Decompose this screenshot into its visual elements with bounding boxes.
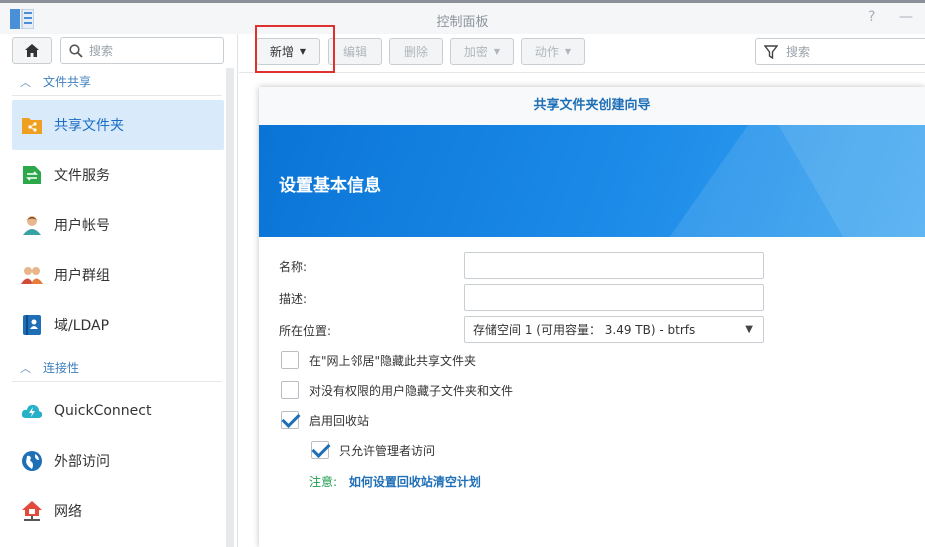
name-label: 名称:: [279, 260, 308, 274]
file-services-icon: [20, 163, 44, 187]
delete-button-label: 删除: [403, 45, 428, 59]
network-icon: [20, 499, 44, 523]
user-icon: [20, 213, 44, 237]
wizard-heading: 设置基本信息: [279, 176, 381, 196]
recycle-note: 注意: 如何设置回收站清空计划: [309, 473, 481, 490]
home-icon: [25, 44, 39, 57]
edit-button-label: 编辑: [342, 45, 367, 59]
sidebar: 搜索 ︿ 文件共享 共享文件夹 文件服务 用户帐号 用户群组 域/LDAP ︿ …: [0, 34, 238, 547]
window-title: 控制面板: [436, 15, 489, 30]
hide-subfolders-label: 对没有权限的用户隐藏子文件夹和文件: [309, 383, 514, 398]
shared-folder-icon: [20, 113, 44, 137]
description-label: 描述:: [279, 292, 308, 306]
search-icon: [69, 43, 83, 58]
sidebar-item-label: 域/LDAP: [54, 318, 110, 334]
sidebar-item-group[interactable]: 用户群组: [12, 250, 224, 300]
location-select[interactable]: 存储空间 1 (可用容量： 3.49 TB) - btrfs ▼: [464, 316, 764, 343]
external-access-icon: [20, 449, 44, 473]
wizard-banner: 设置基本信息: [259, 125, 925, 237]
location-select-value: 存储空间 1 (可用容量： 3.49 TB) - btrfs: [473, 323, 696, 337]
recycle-bin-checkbox[interactable]: [281, 411, 299, 429]
create-button-label: 新增: [269, 45, 294, 59]
domain-ldap-icon: [20, 313, 44, 337]
chevron-up-icon: ︿: [20, 361, 31, 375]
group-icon: [20, 263, 44, 287]
edit-button[interactable]: 编辑: [328, 38, 382, 65]
admin-only-checkbox[interactable]: [311, 441, 329, 459]
description-field[interactable]: [464, 284, 764, 311]
sidebar-item-label: QuickConnect: [54, 403, 152, 419]
dropdown-arrow-icon: ▼: [745, 324, 753, 335]
sidebar-item-label: 文件服务: [54, 168, 110, 184]
sidebar-item-domain-ldap[interactable]: 域/LDAP: [12, 300, 224, 350]
encrypt-button-label: 加密: [463, 45, 488, 59]
section-file-sharing[interactable]: ︿ 文件共享: [12, 68, 222, 96]
sidebar-scrollbar[interactable]: [226, 68, 234, 547]
sidebar-item-label: 网络: [54, 504, 82, 520]
help-button[interactable]: ?: [868, 9, 875, 25]
minimize-button[interactable]: —: [899, 9, 913, 25]
section-label: 连接性: [43, 361, 80, 375]
section-label: 文件共享: [43, 75, 92, 89]
sidebar-item-user[interactable]: 用户帐号: [12, 200, 224, 250]
hide-network-label: 在"网上邻居"隐藏此共享文件夹: [309, 353, 477, 368]
caret-down-icon: ▼: [564, 47, 572, 56]
filter-icon: [764, 44, 778, 59]
chevron-up-icon: ︿: [20, 75, 31, 89]
sidebar-item-label: 用户帐号: [54, 218, 110, 234]
toolbar-divider: [239, 72, 925, 73]
title-bar: 控制面板 ? —: [0, 0, 925, 34]
shared-folder-wizard: 共享文件夹创建向导 设置基本信息 名称: 描述: 所在位置: 存储空间 1 (可…: [259, 87, 925, 547]
create-button[interactable]: 新增 ▼: [256, 38, 320, 65]
action-button-label: 动作: [534, 45, 559, 59]
recycle-schedule-link[interactable]: 如何设置回收站清空计划: [349, 475, 481, 489]
hide-subfolders-checkbox[interactable]: [281, 381, 299, 399]
action-button[interactable]: 动作 ▼: [521, 38, 585, 65]
sidebar-search-placeholder: 搜索: [89, 44, 114, 58]
sidebar-item-label: 共享文件夹: [54, 118, 124, 134]
sidebar-item-network[interactable]: 网络: [12, 486, 224, 536]
note-label: 注意:: [309, 475, 338, 489]
caret-down-icon: ▼: [299, 47, 307, 56]
main-search-placeholder: 搜索: [786, 45, 811, 59]
recycle-bin-label: 启用回收站: [309, 413, 370, 428]
encrypt-button[interactable]: 加密 ▼: [450, 38, 514, 65]
delete-button[interactable]: 删除: [389, 38, 443, 65]
main-search-input[interactable]: 搜索: [755, 38, 925, 65]
hide-network-checkbox-row[interactable]: 在"网上邻居"隐藏此共享文件夹: [281, 351, 476, 369]
sidebar-item-shared-folder[interactable]: 共享文件夹: [12, 100, 224, 150]
sidebar-item-label: 用户群组: [54, 268, 110, 284]
sidebar-search-input[interactable]: 搜索: [60, 37, 224, 64]
caret-down-icon: ▼: [493, 47, 501, 56]
sidebar-item-file-services[interactable]: 文件服务: [12, 150, 224, 200]
admin-only-label: 只允许管理者访问: [339, 443, 436, 458]
sidebar-item-external-access[interactable]: 外部访问: [12, 436, 224, 486]
hide-network-checkbox[interactable]: [281, 351, 299, 369]
sidebar-item-label: 外部访问: [54, 454, 110, 470]
sidebar-item-quickconnect[interactable]: QuickConnect: [12, 386, 224, 436]
location-label: 所在位置:: [279, 324, 332, 338]
name-field[interactable]: [464, 252, 764, 279]
main-panel: 新增 ▼ 编辑 删除 加密 ▼ 动作 ▼ 搜索 共享文件夹创建向导 设置基本信息…: [239, 34, 925, 547]
hide-subfolders-checkbox-row[interactable]: 对没有权限的用户隐藏子文件夹和文件: [281, 381, 513, 399]
section-connectivity[interactable]: ︿ 连接性: [12, 354, 222, 382]
wizard-title: 共享文件夹创建向导: [259, 87, 925, 125]
admin-only-checkbox-row[interactable]: 只允许管理者访问: [311, 441, 435, 459]
recycle-bin-checkbox-row[interactable]: 启用回收站: [281, 411, 369, 429]
home-button[interactable]: [12, 37, 52, 64]
quickconnect-icon: [20, 399, 44, 423]
